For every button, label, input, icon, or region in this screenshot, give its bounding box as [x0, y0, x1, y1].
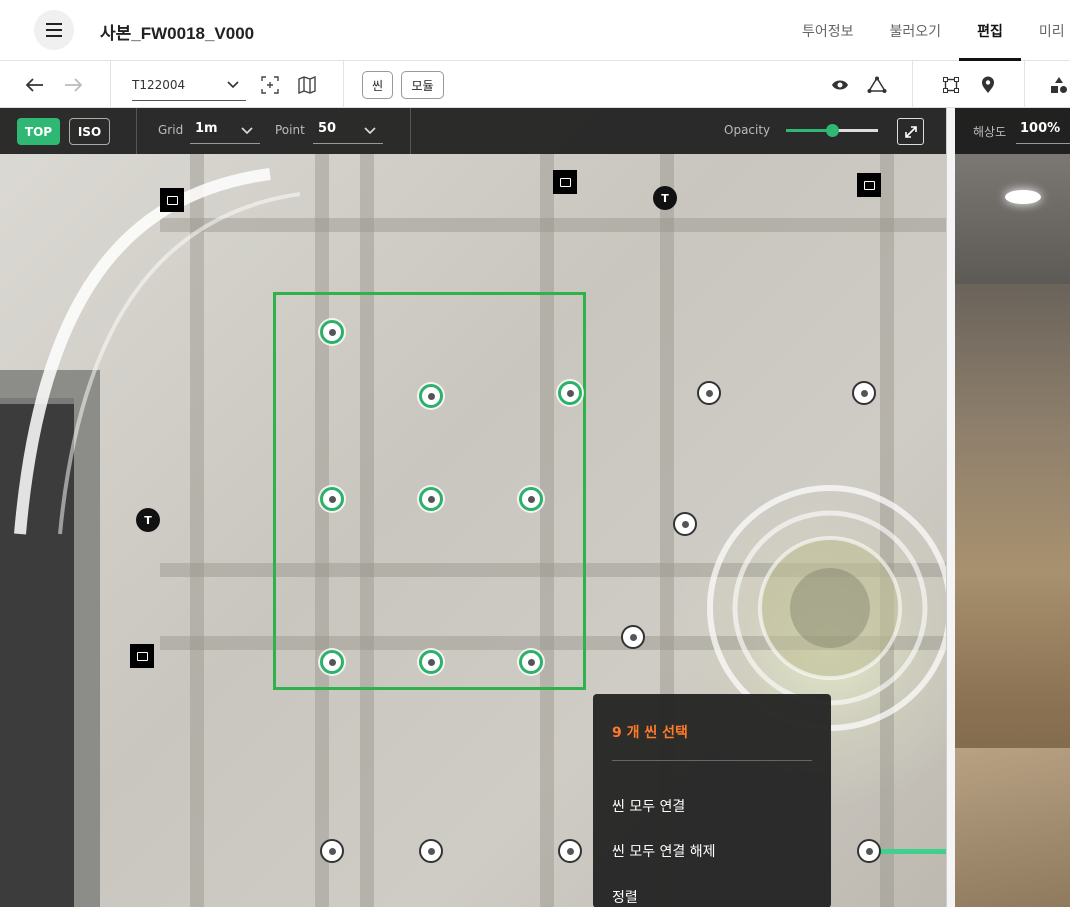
text-marker[interactable]: T — [136, 508, 160, 532]
tab-import[interactable]: 불러오기 — [872, 0, 960, 61]
shapes-button[interactable] — [1048, 73, 1070, 97]
scene-node-selected[interactable] — [320, 320, 344, 344]
scene-node[interactable] — [621, 625, 645, 649]
scene-node-selected[interactable] — [419, 650, 443, 674]
text-marker[interactable]: T — [653, 186, 677, 210]
image-icon — [559, 177, 571, 187]
scene-node[interactable] — [558, 839, 582, 863]
arrow-left-icon — [26, 78, 43, 92]
image-icon — [166, 195, 178, 205]
point-select-value[interactable]: 50 — [318, 121, 336, 136]
bounding-box-icon — [943, 77, 959, 93]
eye-icon — [832, 80, 848, 90]
chevron-down-icon — [227, 81, 239, 89]
map-pin-icon — [982, 76, 994, 93]
triangle-nodes-icon — [867, 76, 887, 93]
expand-button[interactable] — [897, 118, 924, 145]
menu-item-disconnect-all[interactable]: 씬 모두 연결 해제 — [612, 841, 716, 861]
scene-node-selected[interactable] — [558, 381, 582, 405]
scene-node-selected[interactable] — [320, 650, 344, 674]
resolution-select-value[interactable]: 100% — [1020, 121, 1060, 136]
scene-node[interactable] — [419, 839, 443, 863]
opacity-slider-track[interactable] — [786, 124, 878, 137]
scene-node-selected[interactable] — [320, 487, 344, 511]
panel-split-handle[interactable] — [946, 108, 955, 907]
editor-toolbar: T122004 씬 모듈 — [0, 61, 1070, 108]
grid-label: Grid — [158, 123, 184, 137]
viewport-controls-bar: TOP ISO Grid 1m Point 50 Opacity — [0, 108, 946, 154]
scene-node[interactable] — [320, 839, 344, 863]
grid-chevron-down-icon[interactable] — [240, 123, 254, 137]
scene-connection-line — [870, 849, 946, 854]
undo-button[interactable] — [22, 73, 48, 97]
image-marker[interactable] — [160, 188, 184, 212]
menu-button[interactable] — [34, 10, 74, 50]
tab-tour-info[interactable]: 투어정보 — [784, 0, 872, 61]
preview-ceiling-light — [1005, 190, 1041, 204]
scene-node-selected[interactable] — [519, 650, 543, 674]
resolution-label: 해상도 — [973, 125, 1007, 139]
panorama-preview[interactable]: 해상도 100% — [955, 108, 1070, 907]
menu-icon — [46, 23, 62, 25]
scene-node-selected[interactable] — [419, 487, 443, 511]
main-nav-tabs: 투어정보 불러오기 편집 미리 — [784, 0, 1070, 61]
opacity-label: Opacity — [724, 123, 771, 137]
redo-button[interactable] — [60, 73, 86, 97]
menu-item-connect-all[interactable]: 씬 모두 연결 — [612, 796, 685, 816]
preview-controls-bar: 해상도 100% — [955, 108, 1070, 154]
image-marker[interactable] — [130, 644, 154, 668]
scene-select[interactable]: T122004 — [132, 71, 246, 101]
map-icon — [298, 76, 316, 94]
document-title: 사본_FW0018_V000 — [100, 24, 255, 43]
bounding-box-button[interactable] — [939, 73, 963, 97]
scene-node[interactable] — [697, 381, 721, 405]
module-button[interactable]: 모듈 — [401, 71, 444, 99]
scene-node[interactable] — [857, 839, 881, 863]
map-button[interactable] — [295, 73, 319, 97]
scene-select-value: T122004 — [132, 78, 186, 92]
scene-button[interactable]: 씬 — [362, 71, 393, 99]
curved-wall-outline — [14, 168, 300, 535]
focus-button[interactable] — [258, 73, 282, 97]
image-icon — [863, 180, 875, 190]
point-chevron-down-icon[interactable] — [363, 123, 377, 137]
shapes-icon — [1051, 77, 1067, 93]
scene-node[interactable] — [673, 512, 697, 536]
view-iso-button[interactable]: ISO — [69, 118, 110, 145]
tab-edit[interactable]: 편집 — [959, 0, 1021, 61]
context-menu-title: 9 개 씬 선택 — [612, 725, 688, 741]
opacity-slider-handle[interactable] — [825, 124, 839, 137]
scene-node[interactable] — [852, 381, 876, 405]
image-marker[interactable] — [857, 173, 881, 197]
app-header: 사본_FW0018_V000 투어정보 불러오기 편집 미리 — [0, 0, 1070, 61]
image-icon — [136, 651, 148, 661]
arrow-right-icon — [65, 78, 82, 92]
floorplan-viewport[interactable]: TOP ISO Grid 1m Point 50 Opacity T T 9 개… — [0, 108, 946, 907]
point-label: Point — [275, 123, 305, 137]
context-menu: 9 개 씬 선택 씬 모두 연결 씬 모두 연결 해제 정렬 — [593, 694, 831, 907]
connection-button[interactable] — [865, 73, 889, 97]
preview-floor — [955, 748, 1070, 907]
location-button[interactable] — [976, 73, 1000, 97]
tab-preview[interactable]: 미리 — [1021, 0, 1070, 61]
expand-icon — [904, 125, 917, 138]
grid-select-value[interactable]: 1m — [195, 121, 218, 136]
scene-node-selected[interactable] — [419, 384, 443, 408]
visibility-button[interactable] — [828, 73, 852, 97]
preview-ceiling — [955, 154, 1070, 284]
view-top-button[interactable]: TOP — [17, 118, 60, 145]
image-marker[interactable] — [553, 170, 577, 194]
focus-target-icon — [261, 76, 279, 94]
menu-item-align[interactable]: 정렬 — [612, 887, 638, 907]
scene-node-selected[interactable] — [519, 487, 543, 511]
